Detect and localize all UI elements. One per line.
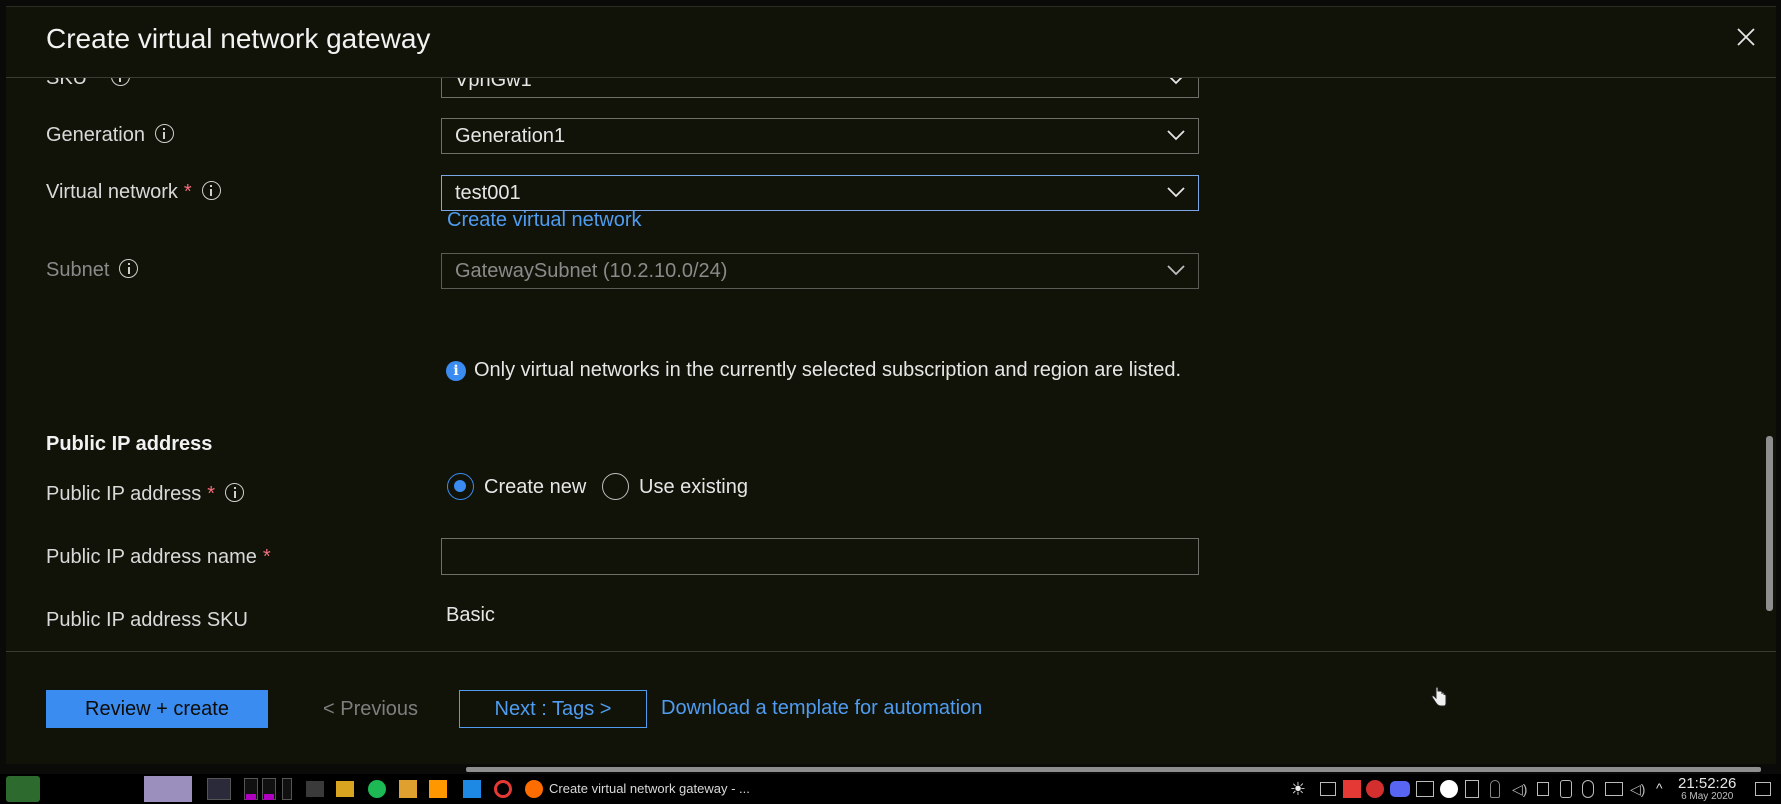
clock[interactable]: 21:52:26 6 May 2020 bbox=[1678, 776, 1736, 802]
form-content: SKU * VpnGw1 Generation Generation1 Virtu… bbox=[6, 78, 1776, 651]
terminal-icon[interactable] bbox=[306, 781, 324, 797]
mem-bar bbox=[264, 794, 274, 800]
scroll-thumb[interactable] bbox=[1766, 436, 1773, 611]
mic-icon[interactable] bbox=[1582, 780, 1594, 798]
radio-unselected-icon bbox=[602, 473, 629, 500]
dialog-footer: Review + create < Previous Next : Tags >… bbox=[6, 651, 1776, 771]
net-graph-icon bbox=[282, 778, 292, 800]
info-icon[interactable] bbox=[201, 181, 221, 200]
review-create-button[interactable]: Review + create bbox=[46, 690, 268, 728]
hand-cursor-icon bbox=[1431, 686, 1447, 707]
horizontal-scrollbar[interactable] bbox=[0, 764, 1781, 774]
radio-selected-icon bbox=[447, 473, 474, 500]
chevron-up-icon[interactable]: ^ bbox=[1656, 780, 1670, 796]
dialog-header: Create virtual network gateway bbox=[6, 7, 1776, 78]
public-ip-name-input[interactable] bbox=[441, 538, 1199, 575]
hscroll-thumb[interactable] bbox=[466, 767, 1761, 772]
app-grid-icon[interactable] bbox=[399, 780, 417, 798]
info-icon[interactable] bbox=[225, 483, 245, 502]
public-ip-name-label: Public IP address name * bbox=[46, 546, 271, 568]
public-ip-label: Public IP address * bbox=[46, 483, 245, 506]
sublime-icon[interactable] bbox=[429, 780, 447, 798]
start-menu-icon[interactable] bbox=[6, 776, 40, 802]
opera-icon[interactable] bbox=[494, 780, 512, 798]
vscode-icon[interactable] bbox=[463, 780, 481, 798]
clipboard-icon[interactable] bbox=[1465, 780, 1479, 798]
keyboard-icon[interactable] bbox=[1320, 782, 1336, 796]
vertical-scrollbar[interactable] bbox=[1762, 78, 1776, 651]
speaker-icon[interactable]: ◁) bbox=[1630, 781, 1648, 797]
virtual-network-select[interactable]: test001 bbox=[441, 175, 1199, 211]
info-note: i Only virtual networks in the currently … bbox=[446, 359, 1181, 382]
browser-icon[interactable] bbox=[525, 780, 543, 798]
sku-select[interactable]: VpnGw1 bbox=[441, 78, 1199, 98]
subnet-select: GatewaySubnet (10.2.10.0/24) bbox=[441, 253, 1199, 289]
spotify-icon[interactable] bbox=[368, 780, 386, 798]
chevron-down-icon bbox=[1167, 265, 1185, 276]
bulb-icon[interactable] bbox=[1490, 780, 1500, 798]
taskbar: Create virtual network gateway - ... ☀ ◁… bbox=[0, 774, 1781, 804]
sku-label: SKU * bbox=[46, 78, 130, 90]
info-icon[interactable] bbox=[119, 259, 139, 278]
network-icon[interactable] bbox=[1605, 782, 1623, 796]
info-icon[interactable] bbox=[110, 78, 130, 86]
subnet-label: Subnet bbox=[46, 259, 139, 282]
generation-label: Generation bbox=[46, 124, 174, 147]
anydesk-icon[interactable] bbox=[1343, 780, 1361, 798]
chevron-down-icon bbox=[1169, 78, 1183, 85]
grid-icon[interactable] bbox=[1416, 781, 1434, 797]
radio-create-new[interactable]: Create new bbox=[447, 473, 586, 500]
info-filled-icon: i bbox=[446, 361, 466, 381]
generation-select[interactable]: Generation1 bbox=[441, 118, 1199, 154]
chevron-down-icon bbox=[1167, 130, 1185, 141]
cpu-bar bbox=[246, 794, 256, 800]
discord-icon[interactable] bbox=[1390, 781, 1410, 797]
info-icon[interactable] bbox=[154, 124, 174, 143]
public-ip-sku-value: Basic bbox=[446, 604, 495, 626]
usb-icon[interactable] bbox=[1560, 780, 1572, 798]
active-window-title[interactable]: Create virtual network gateway - ... bbox=[549, 781, 750, 796]
workspace-thumbnail[interactable] bbox=[144, 776, 192, 802]
volume-icon[interactable]: ◁) bbox=[1512, 781, 1530, 797]
skype-icon[interactable] bbox=[1440, 780, 1458, 798]
radio-use-existing[interactable]: Use existing bbox=[602, 473, 748, 500]
create-virtual-network-link[interactable]: Create virtual network bbox=[447, 209, 642, 232]
chevron-down-icon bbox=[1167, 187, 1185, 198]
close-icon bbox=[1737, 28, 1755, 46]
lock-icon[interactable] bbox=[1537, 782, 1549, 796]
mail-icon[interactable] bbox=[1366, 780, 1384, 798]
virtual-network-label: Virtual network * bbox=[46, 181, 221, 204]
desktop-icon[interactable] bbox=[207, 778, 231, 800]
public-ip-sku-label: Public IP address SKU bbox=[46, 609, 248, 631]
next-tags-button[interactable]: Next : Tags > bbox=[459, 690, 647, 728]
brightness-icon[interactable]: ☀ bbox=[1288, 779, 1308, 799]
folder-icon[interactable] bbox=[336, 781, 354, 797]
close-button[interactable] bbox=[1734, 25, 1758, 49]
dialog-window: Create virtual network gateway SKU * VpnG… bbox=[6, 6, 1776, 770]
previous-button: < Previous bbox=[323, 698, 419, 720]
show-desktop-icon[interactable] bbox=[1755, 782, 1771, 796]
section-heading: Public IP address bbox=[46, 433, 213, 455]
download-template-link[interactable]: Download a template for automation bbox=[661, 697, 982, 720]
dialog-title: Create virtual network gateway bbox=[46, 23, 431, 54]
